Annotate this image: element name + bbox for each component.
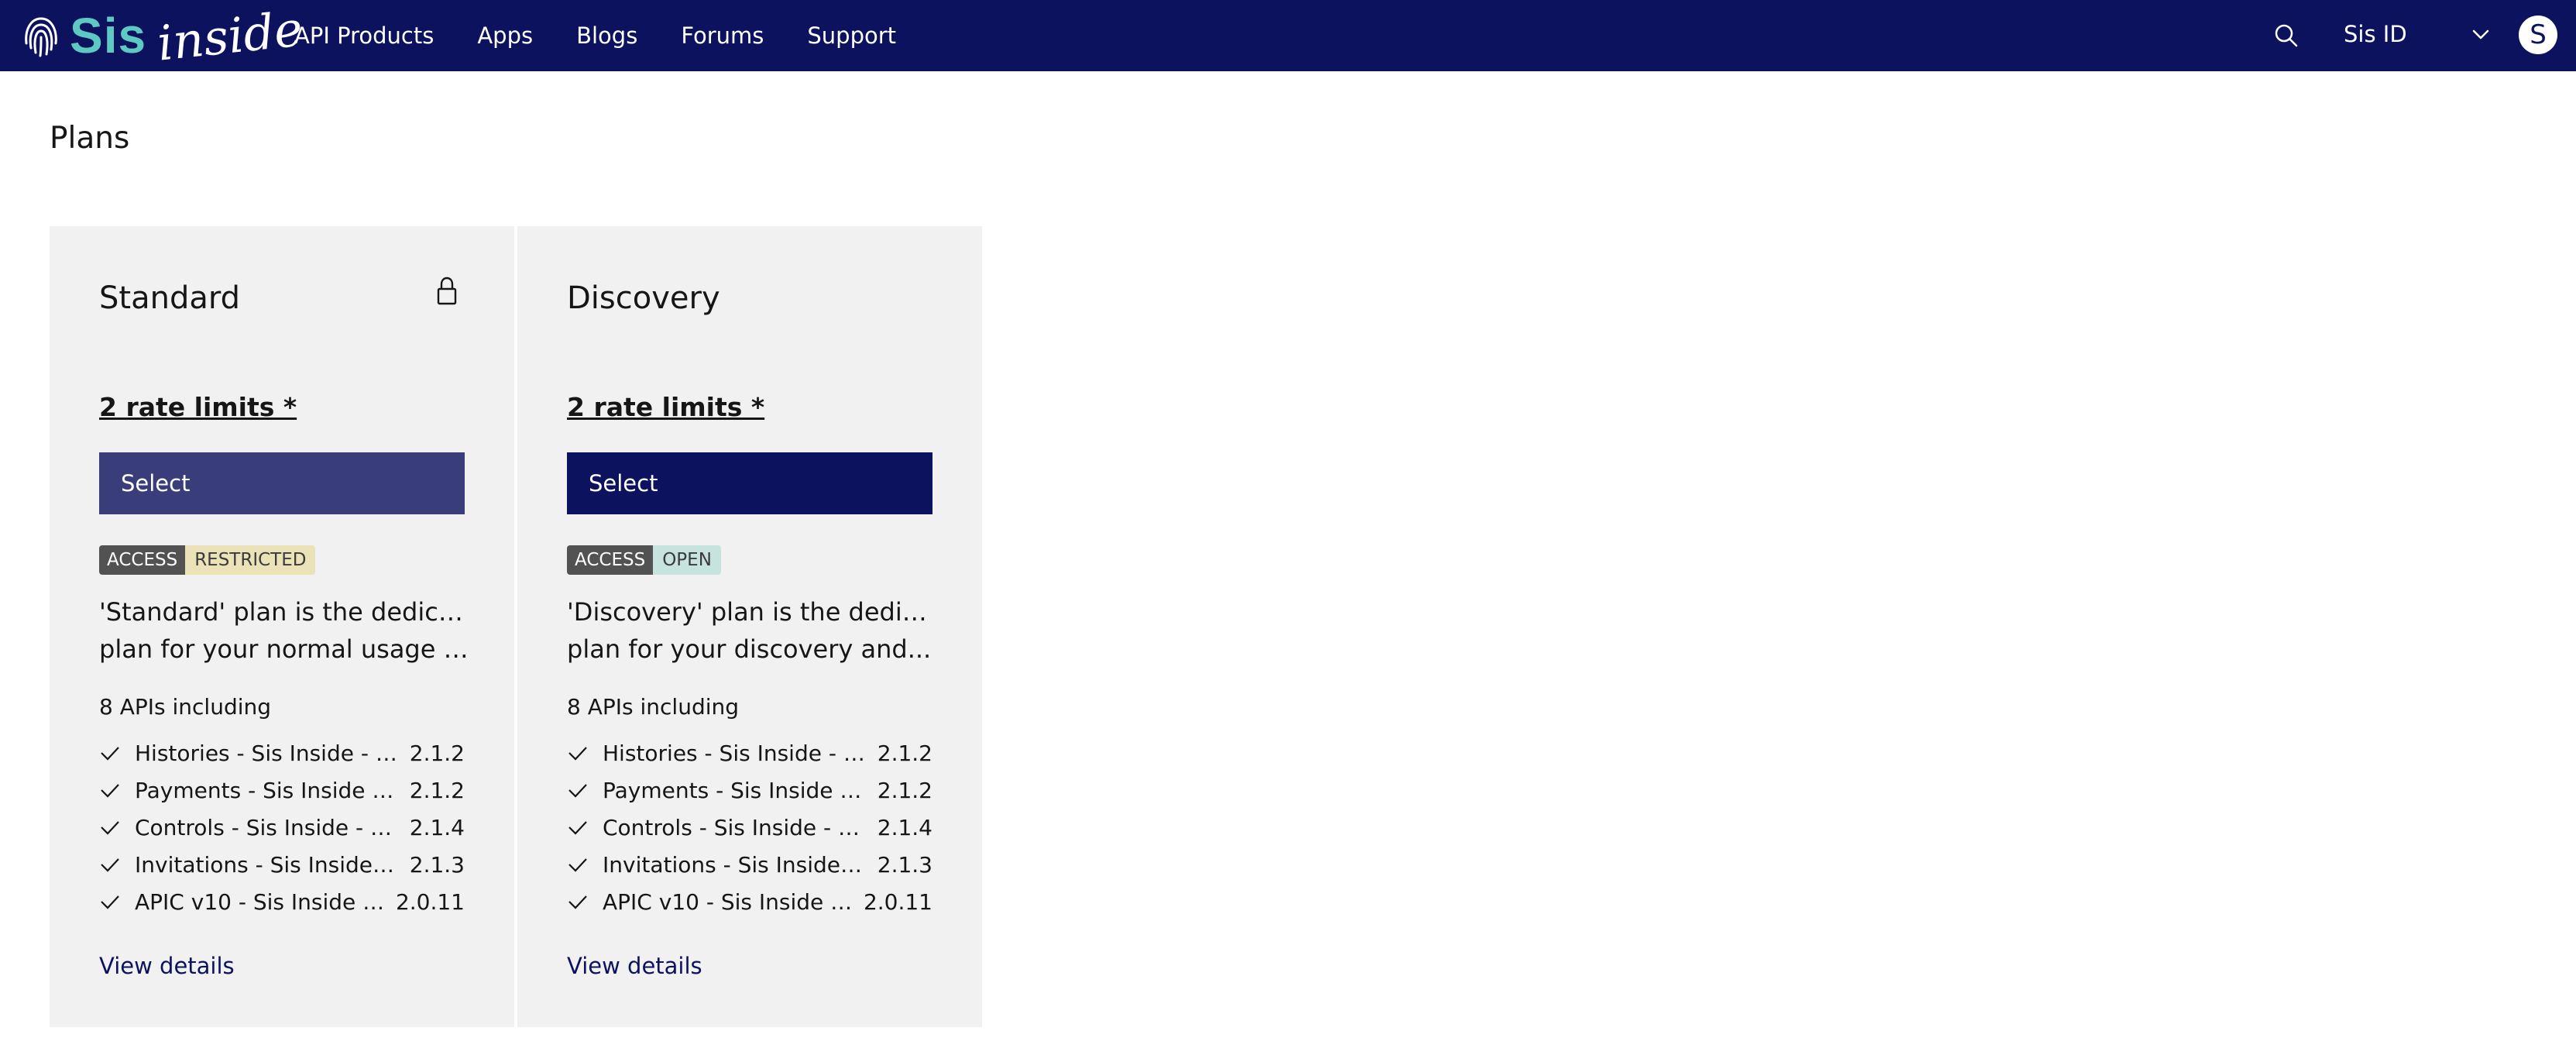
- checkmark-icon: [568, 858, 587, 872]
- plan-description: 'Discovery' plan is the dedicated plan f…: [567, 593, 939, 668]
- plan-card-discovery: Discovery 2 rate limits * Select ACCESS …: [517, 226, 982, 1027]
- plan-card-standard: Standard 2 rate limits * Select ACCESS R…: [50, 226, 514, 1027]
- rate-limits-link[interactable]: 2 rate limits *: [567, 392, 764, 422]
- api-name: Controls - Sis Inside - API Controls: [603, 814, 867, 840]
- api-version: 2.0.11: [395, 888, 465, 915]
- list-item: Controls - Sis Inside - API Controls 2.1…: [567, 809, 933, 846]
- apis-heading: 8 APIs including: [99, 694, 272, 720]
- search-icon[interactable]: [2271, 20, 2302, 51]
- checkmark-icon: [568, 747, 587, 761]
- access-tag-key: ACCESS: [567, 545, 654, 575]
- access-tag: ACCESS RESTRICTED: [99, 545, 316, 575]
- user-menu-dropdown[interactable]: Sis ID: [2344, 17, 2491, 51]
- page-title: Plans: [50, 121, 130, 156]
- api-name: Controls - Sis Inside - API Controls: [135, 814, 399, 840]
- list-item: Histories - Sis Inside - API Histories 2…: [99, 734, 465, 771]
- chevron-down-icon: [2472, 29, 2489, 40]
- list-item: APIC v10 - Sis Inside - Internal 2.0.11: [567, 883, 933, 920]
- lock-icon: [437, 277, 457, 305]
- list-item: Payments - Sis Inside - API Payments 2.1…: [567, 771, 933, 809]
- main-navigation: API Products Apps Blogs Forums Support: [294, 0, 939, 71]
- api-name: Payments - Sis Inside - API Payments: [135, 777, 399, 803]
- api-list: Histories - Sis Inside - API Histories 2…: [99, 734, 465, 920]
- list-item: Invitations - Sis Inside - API Invitatio…: [567, 846, 933, 883]
- api-name: APIC v10 - Sis Inside - Internal: [603, 888, 853, 915]
- user-menu-label: Sis ID: [2344, 21, 2407, 47]
- checkmark-icon: [101, 895, 119, 909]
- checkmark-icon: [568, 784, 587, 798]
- logo-script-text: inside: [154, 0, 306, 72]
- checkmark-icon: [568, 895, 587, 909]
- api-version: 2.1.2: [409, 777, 465, 803]
- nav-item-forums[interactable]: Forums: [681, 22, 764, 49]
- access-tag: ACCESS OPEN: [567, 545, 721, 575]
- checkmark-icon: [101, 821, 119, 835]
- logo-brand-text: Sis: [70, 8, 147, 64]
- nav-item-support[interactable]: Support: [807, 22, 896, 49]
- api-version: 2.1.3: [409, 851, 465, 878]
- plan-description-line: 'Discovery' plan is the dedicated: [567, 597, 939, 627]
- apis-heading: 8 APIs including: [567, 694, 740, 720]
- api-version: 2.1.2: [877, 740, 933, 766]
- api-name: Payments - Sis Inside - API Payments: [603, 777, 867, 803]
- api-version: 2.1.2: [877, 777, 933, 803]
- access-tag-value: OPEN: [653, 545, 721, 575]
- list-item: APIC v10 - Sis Inside - Internal 2.0.11: [99, 883, 465, 920]
- checkmark-icon: [568, 821, 587, 835]
- api-name: Histories - Sis Inside - API Histories: [135, 740, 399, 766]
- checkmark-icon: [101, 858, 119, 872]
- api-list: Histories - Sis Inside - API Histories 2…: [567, 734, 933, 920]
- api-name: Invitations - Sis Inside - API Invitatio…: [135, 851, 399, 878]
- plan-title: Discovery: [567, 280, 720, 316]
- select-plan-button[interactable]: Select: [99, 452, 465, 514]
- plan-title: Standard: [99, 280, 240, 316]
- api-version: 2.1.2: [409, 740, 465, 766]
- plan-description-line: plan for your discovery and...: [567, 634, 932, 664]
- select-plan-button[interactable]: Select: [567, 452, 933, 514]
- api-name: Invitations - Sis Inside - API Invitatio…: [603, 851, 867, 878]
- fingerprint-logo-icon: [25, 17, 57, 57]
- list-item: Controls - Sis Inside - API Controls 2.1…: [99, 809, 465, 846]
- view-details-link[interactable]: View details: [99, 953, 235, 979]
- list-item: Invitations - Sis Inside - API Invitatio…: [99, 846, 465, 883]
- sis-inside-logo[interactable]: Sis inside: [20, 0, 305, 71]
- list-item: Payments - Sis Inside - API Payments 2.1…: [99, 771, 465, 809]
- api-version: 2.1.4: [409, 814, 465, 840]
- user-avatar[interactable]: S: [2519, 15, 2557, 54]
- rate-limits-link[interactable]: 2 rate limits *: [99, 392, 297, 422]
- list-item: Histories - Sis Inside - API Histories 2…: [567, 734, 933, 771]
- nav-item-apps[interactable]: Apps: [477, 22, 533, 49]
- access-tag-value: RESTRICTED: [185, 545, 316, 575]
- access-tag-key: ACCESS: [99, 545, 186, 575]
- plan-description-line: 'Standard' plan is the dedicated: [99, 597, 471, 627]
- api-name: APIC v10 - Sis Inside - Internal: [135, 888, 385, 915]
- api-version: 2.1.4: [877, 814, 933, 840]
- plan-description: 'Standard' plan is the dedicated plan fo…: [99, 593, 471, 668]
- nav-item-blogs[interactable]: Blogs: [576, 22, 637, 49]
- plan-description-line: plan for your normal usage of S...: [99, 634, 471, 664]
- api-version: 2.0.11: [863, 888, 933, 915]
- api-name: Histories - Sis Inside - API Histories: [603, 740, 867, 766]
- top-navigation-bar: Sis inside API Products Apps Blogs Forum…: [0, 0, 2576, 71]
- api-version: 2.1.3: [877, 851, 933, 878]
- checkmark-icon: [101, 784, 119, 798]
- checkmark-icon: [101, 747, 119, 761]
- nav-item-api-products[interactable]: API Products: [294, 22, 434, 49]
- view-details-link[interactable]: View details: [567, 953, 702, 979]
